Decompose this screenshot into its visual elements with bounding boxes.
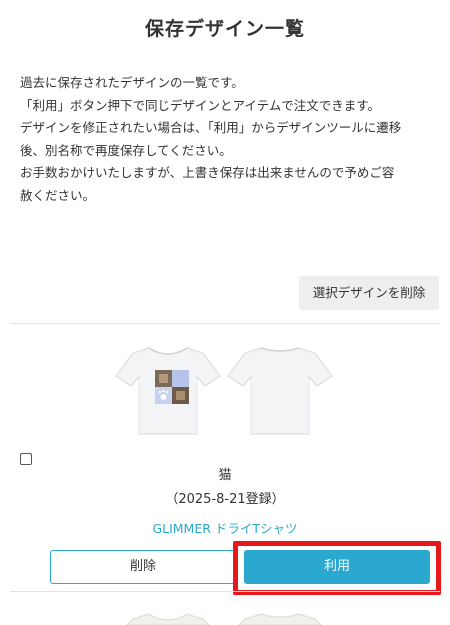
tshirt-back-thumbnail[interactable] bbox=[225, 340, 335, 440]
page-title: 保存デザイン一覧 bbox=[144, 18, 305, 40]
divider bbox=[10, 591, 440, 592]
next-tshirt-front-thumbnail[interactable] bbox=[113, 606, 223, 625]
design-name: 猫 bbox=[218, 468, 232, 483]
cat-print-graphic bbox=[155, 370, 189, 404]
intro-line: お手数おかけいたしますが、上書き保存は出来ませんので予めご容 bbox=[20, 165, 395, 180]
intro-line: 過去に保存されたデザインの一覧です。 bbox=[20, 75, 244, 90]
divider bbox=[10, 323, 440, 324]
design-registered-date: （2025-8-21登録） bbox=[165, 492, 285, 507]
design-product-link[interactable]: GLIMMER ドライTシャツ bbox=[0, 518, 450, 537]
intro-line: 後、別名称で再度保存してください。 bbox=[20, 142, 232, 158]
use-design-button[interactable]: 利用 bbox=[244, 550, 430, 584]
intro-line: 赦ください。 bbox=[20, 187, 96, 203]
next-tshirt-back-thumbnail[interactable] bbox=[225, 606, 335, 625]
intro-line: デザインを修正されたい場合は、「利用」からデザインツールに遷移 bbox=[20, 120, 402, 135]
intro-text: 過去に保存されたデザインの一覧です。 「利用」ボタン押下で同じデザインとアイテム… bbox=[20, 72, 435, 207]
delete-design-button[interactable]: 削除 bbox=[50, 550, 236, 584]
delete-selected-designs-button[interactable]: 選択デザインを削除 bbox=[299, 276, 439, 310]
intro-line: 「利用」ボタン押下で同じデザインとアイテムで注文できます。 bbox=[20, 97, 381, 113]
tshirt-front-thumbnail[interactable] bbox=[113, 340, 223, 440]
